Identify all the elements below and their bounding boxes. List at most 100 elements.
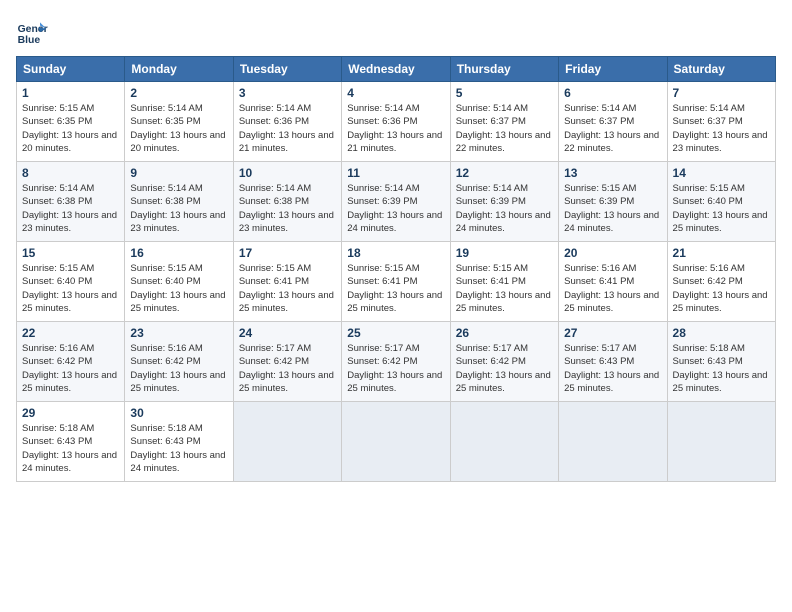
- day-info: Sunrise: 5:14 AM Sunset: 6:38 PM Dayligh…: [130, 182, 227, 235]
- sunset-label: Sunset: 6:39 PM: [456, 196, 526, 207]
- day-number: 21: [673, 246, 770, 260]
- day-number: 11: [347, 166, 444, 180]
- day-info: Sunrise: 5:14 AM Sunset: 6:36 PM Dayligh…: [347, 102, 444, 155]
- sunset-label: Sunset: 6:42 PM: [130, 356, 200, 367]
- header: General Blue: [16, 16, 776, 48]
- calendar-week-row: 22 Sunrise: 5:16 AM Sunset: 6:42 PM Dayl…: [17, 322, 776, 402]
- calendar-day-cell: 3 Sunrise: 5:14 AM Sunset: 6:36 PM Dayli…: [233, 82, 341, 162]
- daylight-label: Daylight: 13 hours and 23 minutes.: [22, 210, 117, 234]
- sunrise-label: Sunrise: 5:18 AM: [22, 423, 94, 434]
- calendar-day-cell: 26 Sunrise: 5:17 AM Sunset: 6:42 PM Dayl…: [450, 322, 558, 402]
- sunrise-label: Sunrise: 5:16 AM: [130, 343, 202, 354]
- svg-text:Blue: Blue: [18, 35, 41, 46]
- day-number: 2: [130, 86, 227, 100]
- calendar-day-cell: 27 Sunrise: 5:17 AM Sunset: 6:43 PM Dayl…: [559, 322, 667, 402]
- calendar-day-cell: 29 Sunrise: 5:18 AM Sunset: 6:43 PM Dayl…: [17, 402, 125, 482]
- day-number: 19: [456, 246, 553, 260]
- day-number: 24: [239, 326, 336, 340]
- weekday-header: Friday: [559, 57, 667, 82]
- daylight-label: Daylight: 13 hours and 25 minutes.: [347, 370, 442, 394]
- day-number: 12: [456, 166, 553, 180]
- weekday-header: Tuesday: [233, 57, 341, 82]
- sunrise-label: Sunrise: 5:16 AM: [22, 343, 94, 354]
- day-info: Sunrise: 5:15 AM Sunset: 6:35 PM Dayligh…: [22, 102, 119, 155]
- sunset-label: Sunset: 6:37 PM: [564, 116, 634, 127]
- daylight-label: Daylight: 13 hours and 23 minutes.: [239, 210, 334, 234]
- sunrise-label: Sunrise: 5:14 AM: [130, 183, 202, 194]
- weekday-header: Wednesday: [342, 57, 450, 82]
- sunrise-label: Sunrise: 5:17 AM: [347, 343, 419, 354]
- sunset-label: Sunset: 6:38 PM: [239, 196, 309, 207]
- calendar-day-cell: [450, 402, 558, 482]
- daylight-label: Daylight: 13 hours and 25 minutes.: [673, 210, 768, 234]
- calendar-day-cell: 4 Sunrise: 5:14 AM Sunset: 6:36 PM Dayli…: [342, 82, 450, 162]
- sunset-label: Sunset: 6:41 PM: [564, 276, 634, 287]
- calendar-day-cell: 11 Sunrise: 5:14 AM Sunset: 6:39 PM Dayl…: [342, 162, 450, 242]
- sunrise-label: Sunrise: 5:15 AM: [130, 263, 202, 274]
- sunset-label: Sunset: 6:41 PM: [239, 276, 309, 287]
- daylight-label: Daylight: 13 hours and 25 minutes.: [22, 290, 117, 314]
- calendar-day-cell: 15 Sunrise: 5:15 AM Sunset: 6:40 PM Dayl…: [17, 242, 125, 322]
- sunset-label: Sunset: 6:36 PM: [347, 116, 417, 127]
- daylight-label: Daylight: 13 hours and 21 minutes.: [347, 130, 442, 154]
- day-number: 15: [22, 246, 119, 260]
- sunrise-label: Sunrise: 5:15 AM: [456, 263, 528, 274]
- calendar-week-row: 8 Sunrise: 5:14 AM Sunset: 6:38 PM Dayli…: [17, 162, 776, 242]
- sunset-label: Sunset: 6:42 PM: [239, 356, 309, 367]
- sunrise-label: Sunrise: 5:15 AM: [347, 263, 419, 274]
- sunset-label: Sunset: 6:43 PM: [130, 436, 200, 447]
- sunrise-label: Sunrise: 5:15 AM: [239, 263, 311, 274]
- day-number: 7: [673, 86, 770, 100]
- calendar-day-cell: 17 Sunrise: 5:15 AM Sunset: 6:41 PM Dayl…: [233, 242, 341, 322]
- daylight-label: Daylight: 13 hours and 25 minutes.: [456, 370, 551, 394]
- sunrise-label: Sunrise: 5:14 AM: [347, 183, 419, 194]
- calendar-day-cell: 23 Sunrise: 5:16 AM Sunset: 6:42 PM Dayl…: [125, 322, 233, 402]
- sunrise-label: Sunrise: 5:14 AM: [239, 183, 311, 194]
- calendar-day-cell: 9 Sunrise: 5:14 AM Sunset: 6:38 PM Dayli…: [125, 162, 233, 242]
- sunset-label: Sunset: 6:40 PM: [130, 276, 200, 287]
- day-info: Sunrise: 5:16 AM Sunset: 6:41 PM Dayligh…: [564, 262, 661, 315]
- day-number: 25: [347, 326, 444, 340]
- sunset-label: Sunset: 6:38 PM: [22, 196, 92, 207]
- day-number: 16: [130, 246, 227, 260]
- daylight-label: Daylight: 13 hours and 25 minutes.: [22, 370, 117, 394]
- sunrise-label: Sunrise: 5:18 AM: [130, 423, 202, 434]
- day-number: 22: [22, 326, 119, 340]
- day-number: 4: [347, 86, 444, 100]
- daylight-label: Daylight: 13 hours and 20 minutes.: [130, 130, 225, 154]
- weekday-header: Monday: [125, 57, 233, 82]
- sunrise-label: Sunrise: 5:14 AM: [456, 183, 528, 194]
- day-info: Sunrise: 5:18 AM Sunset: 6:43 PM Dayligh…: [130, 422, 227, 475]
- sunrise-label: Sunrise: 5:14 AM: [564, 103, 636, 114]
- day-info: Sunrise: 5:16 AM Sunset: 6:42 PM Dayligh…: [130, 342, 227, 395]
- daylight-label: Daylight: 13 hours and 23 minutes.: [130, 210, 225, 234]
- sunrise-label: Sunrise: 5:18 AM: [673, 343, 745, 354]
- day-info: Sunrise: 5:14 AM Sunset: 6:36 PM Dayligh…: [239, 102, 336, 155]
- sunset-label: Sunset: 6:41 PM: [456, 276, 526, 287]
- sunrise-label: Sunrise: 5:17 AM: [456, 343, 528, 354]
- day-number: 14: [673, 166, 770, 180]
- day-number: 1: [22, 86, 119, 100]
- sunset-label: Sunset: 6:43 PM: [564, 356, 634, 367]
- calendar-day-cell: 22 Sunrise: 5:16 AM Sunset: 6:42 PM Dayl…: [17, 322, 125, 402]
- daylight-label: Daylight: 13 hours and 24 minutes.: [22, 450, 117, 474]
- day-number: 20: [564, 246, 661, 260]
- day-info: Sunrise: 5:18 AM Sunset: 6:43 PM Dayligh…: [673, 342, 770, 395]
- day-info: Sunrise: 5:14 AM Sunset: 6:35 PM Dayligh…: [130, 102, 227, 155]
- calendar-day-cell: 16 Sunrise: 5:15 AM Sunset: 6:40 PM Dayl…: [125, 242, 233, 322]
- day-number: 18: [347, 246, 444, 260]
- day-info: Sunrise: 5:15 AM Sunset: 6:41 PM Dayligh…: [456, 262, 553, 315]
- day-info: Sunrise: 5:16 AM Sunset: 6:42 PM Dayligh…: [22, 342, 119, 395]
- day-info: Sunrise: 5:17 AM Sunset: 6:42 PM Dayligh…: [456, 342, 553, 395]
- sunset-label: Sunset: 6:36 PM: [239, 116, 309, 127]
- day-number: 10: [239, 166, 336, 180]
- calendar-day-cell: 28 Sunrise: 5:18 AM Sunset: 6:43 PM Dayl…: [667, 322, 775, 402]
- calendar-table: SundayMondayTuesdayWednesdayThursdayFrid…: [16, 56, 776, 482]
- sunset-label: Sunset: 6:43 PM: [673, 356, 743, 367]
- day-info: Sunrise: 5:17 AM Sunset: 6:42 PM Dayligh…: [347, 342, 444, 395]
- weekday-header-row: SundayMondayTuesdayWednesdayThursdayFrid…: [17, 57, 776, 82]
- calendar-day-cell: 14 Sunrise: 5:15 AM Sunset: 6:40 PM Dayl…: [667, 162, 775, 242]
- calendar-day-cell: [342, 402, 450, 482]
- sunrise-label: Sunrise: 5:14 AM: [130, 103, 202, 114]
- sunrise-label: Sunrise: 5:17 AM: [239, 343, 311, 354]
